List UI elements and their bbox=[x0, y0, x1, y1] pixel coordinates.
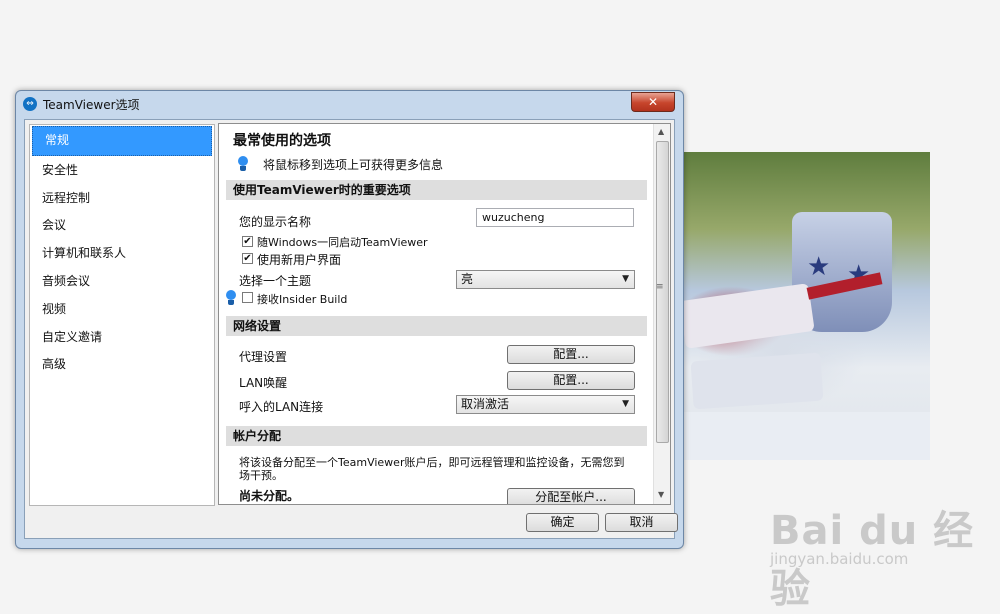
options-window: ⇔ TeamViewer选项 ✕ 常规 安全性 远程控制 会议 计算机和联系人 … bbox=[15, 90, 684, 549]
sidebar-item-advanced[interactable]: 高级 bbox=[30, 351, 214, 379]
plate-shape bbox=[682, 412, 930, 460]
dropdown-caret-icon: ▼ bbox=[622, 399, 629, 409]
sidebar-item-security[interactable]: 安全性 bbox=[30, 157, 214, 185]
section-header-important: 使用TeamViewer时的重要选项 bbox=[226, 180, 647, 200]
scroll-down-arrow-icon[interactable]: ▼ bbox=[658, 490, 664, 499]
sidebar-item-computers-contacts[interactable]: 计算机和联系人 bbox=[30, 240, 214, 268]
theme-select-value: 亮 bbox=[461, 272, 474, 286]
proxy-label: 代理设置 bbox=[239, 350, 288, 364]
lan-wake-label: LAN唤醒 bbox=[239, 376, 288, 390]
popsicle-shape bbox=[690, 352, 824, 410]
proxy-configure-button[interactable]: 配置... bbox=[507, 345, 635, 364]
scrollbar-thumb[interactable] bbox=[656, 141, 669, 443]
display-name-label: 您的显示名称 bbox=[239, 215, 312, 229]
theme-select[interactable]: 亮 ▼ bbox=[456, 270, 635, 289]
new-ui-checkbox-label: 使用新用户界面 bbox=[257, 253, 342, 267]
incoming-lan-select[interactable]: 取消激活 ▼ bbox=[456, 395, 635, 414]
scroll-up-arrow-icon[interactable]: ▲ bbox=[658, 127, 664, 136]
section-header-network: 网络设置 bbox=[226, 316, 647, 336]
insider-checkbox-icon[interactable] bbox=[242, 292, 253, 303]
lightbulb-icon bbox=[226, 290, 236, 306]
hint-text: 将鼠标移到选项上可获得更多信息 bbox=[263, 158, 444, 172]
sidebar-item-video[interactable]: 视频 bbox=[30, 296, 214, 324]
assign-account-button[interactable]: 分配至帐户... bbox=[507, 488, 635, 504]
incoming-lan-select-value: 取消激活 bbox=[461, 397, 510, 411]
scrollbar-grip-icon: ≡ bbox=[656, 282, 664, 292]
vertical-scrollbar[interactable]: ▲ ≡ ▼ bbox=[653, 124, 670, 504]
sidebar-item-remote-control[interactable]: 远程控制 bbox=[30, 185, 214, 213]
close-button[interactable]: ✕ bbox=[631, 92, 675, 112]
display-name-field[interactable]: wuzucheng bbox=[476, 208, 634, 227]
lightbulb-icon bbox=[238, 156, 248, 172]
cancel-button[interactable]: 取消 bbox=[605, 513, 678, 532]
account-status: 尚未分配。 bbox=[239, 489, 300, 503]
title-bar[interactable]: ⇔ TeamViewer选项 ✕ bbox=[16, 91, 683, 117]
sidebar-item-custom-invitation[interactable]: 自定义邀请 bbox=[30, 324, 214, 352]
window-client-area: 常规 安全性 远程控制 会议 计算机和联系人 音频会议 视频 自定义邀请 高级 … bbox=[24, 119, 678, 539]
popsicle-shape bbox=[679, 283, 815, 349]
watermark-url: jingyan.baidu.com bbox=[770, 550, 909, 568]
sidebar-item-general[interactable]: 常规 bbox=[32, 126, 212, 156]
section-header-account: 帐户分配 bbox=[226, 426, 647, 446]
window-title: TeamViewer选项 bbox=[43, 98, 140, 112]
sidebar: 常规 安全性 远程控制 会议 计算机和联系人 音频会议 视频 自定义邀请 高级 bbox=[29, 124, 215, 506]
teamviewer-logo-icon: ⇔ bbox=[23, 97, 37, 111]
options-panel: 最常使用的选项 将鼠标移到选项上可获得更多信息 使用TeamViewer时的重要… bbox=[218, 123, 671, 505]
startup-checkbox-label: 随Windows一同启动TeamViewer bbox=[257, 236, 428, 249]
page-title: 最常使用的选项 bbox=[233, 133, 331, 149]
incoming-lan-label: 呼入的LAN连接 bbox=[239, 400, 324, 414]
dropdown-caret-icon: ▼ bbox=[622, 274, 629, 284]
sidebar-item-meeting[interactable]: 会议 bbox=[30, 212, 214, 240]
startup-checkbox-icon[interactable]: ✔ bbox=[242, 236, 253, 247]
lan-wake-configure-button[interactable]: 配置... bbox=[507, 371, 635, 390]
insider-checkbox-label: 接收Insider Build bbox=[257, 293, 348, 306]
star-decoration-icon: ★ bbox=[807, 252, 831, 282]
new-ui-checkbox-icon[interactable]: ✔ bbox=[242, 253, 253, 264]
ok-button[interactable]: 确定 bbox=[526, 513, 599, 532]
background-photo: ★ ★ bbox=[679, 152, 930, 460]
sidebar-item-audio-conference[interactable]: 音频会议 bbox=[30, 268, 214, 296]
close-icon: ✕ bbox=[647, 95, 659, 109]
theme-label: 选择一个主题 bbox=[239, 274, 312, 288]
account-description: 将该设备分配至一个TeamViewer账户后，即可远程管理和监控设备，无需您到场… bbox=[239, 456, 625, 482]
